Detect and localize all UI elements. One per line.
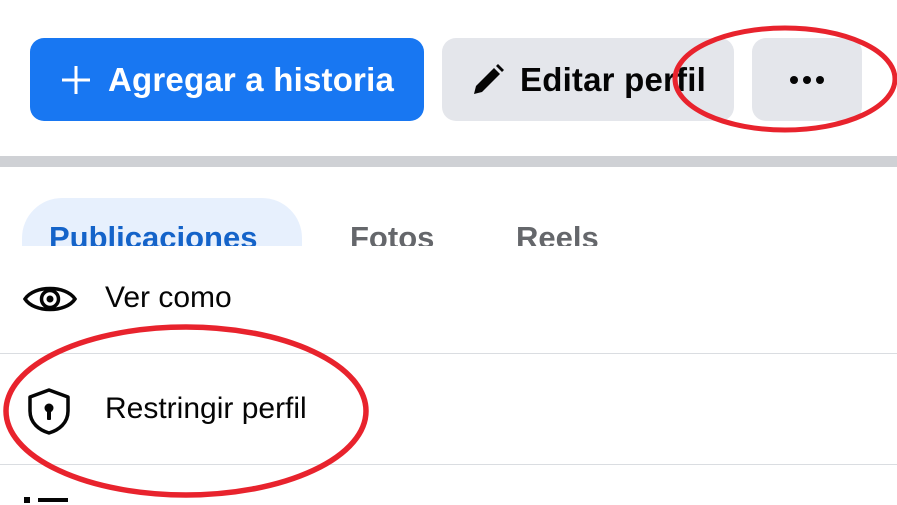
shield-lock-icon: [26, 387, 72, 440]
menu-label-restringir-perfil: Restringir perfil: [105, 392, 307, 425]
menu-item-restringir-perfil[interactable]: Restringir perfil: [0, 354, 897, 464]
edit-profile-button[interactable]: Editar perfil: [442, 38, 734, 121]
eye-icon: [22, 281, 78, 322]
list-icon: [24, 495, 70, 505]
section-divider: [0, 156, 897, 167]
plus-icon: [60, 64, 92, 96]
menu-item-ver-como[interactable]: Ver como: [0, 246, 897, 353]
more-dots-icon: [789, 75, 825, 85]
profile-options-menu: Ver como Restringir perfil: [0, 246, 897, 505]
pencil-icon: [470, 62, 506, 98]
add-story-label: Agregar a historia: [108, 60, 395, 98]
edit-profile-label: Editar perfil: [520, 60, 706, 98]
profile-screen: Agregar a historia Editar perfil Publica…: [0, 0, 897, 505]
more-options-button[interactable]: [752, 38, 862, 121]
add-story-button[interactable]: Agregar a historia: [30, 38, 424, 121]
menu-label-ver-como: Ver como: [105, 281, 232, 314]
menu-item-partial[interactable]: [0, 465, 897, 505]
